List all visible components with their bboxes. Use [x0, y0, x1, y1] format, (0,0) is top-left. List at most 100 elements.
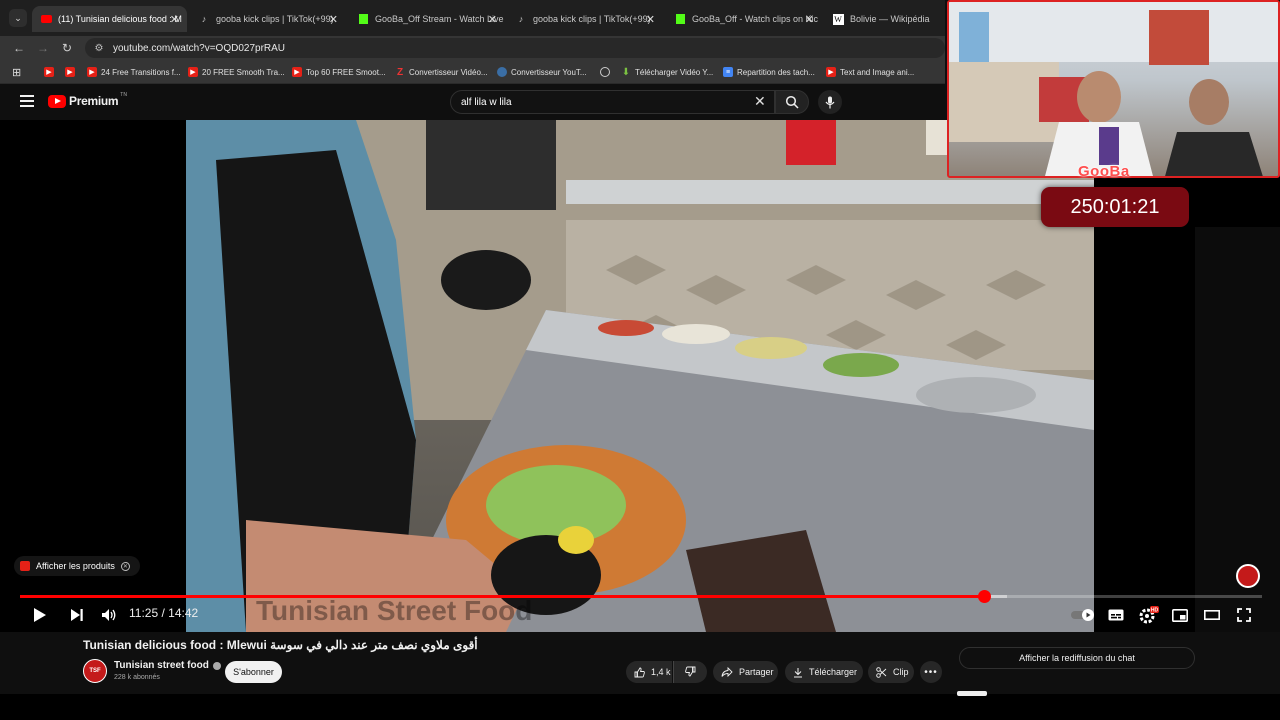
channel-avatar[interactable]: TSF: [83, 659, 107, 683]
back-arrow-icon[interactable]: ←: [11, 40, 27, 56]
video-watermark: Tunisian Street Food: [256, 595, 532, 626]
verified-check-icon: [212, 661, 221, 670]
url-text: youtube.com/watch?v=OQD027prRAU: [113, 42, 286, 54]
download-button[interactable]: Télécharger: [785, 661, 863, 683]
tab-kick-clips[interactable]: GooBa_Off - Watch clips on Kic ✕: [666, 6, 822, 32]
stream-webcam-overlay: [947, 0, 1280, 178]
show-products-button[interactable]: Afficher les produits ✕: [14, 556, 140, 576]
bookmark-converter-video[interactable]: Z Convertisseur Vidéo...: [395, 65, 488, 79]
bookmark-label: Text and Image ani...: [840, 67, 915, 77]
bookmark-converter-youtube[interactable]: Convertisseur YouT...: [497, 65, 587, 79]
address-bar[interactable]: ⚙ youtube.com/watch?v=OQD027prRAU: [85, 38, 945, 58]
volume-button[interactable]: [99, 605, 119, 625]
tab-close-icon[interactable]: ✕: [805, 13, 814, 26]
progress-bar[interactable]: [20, 590, 1262, 603]
video-content-image: Tunisian Street Food: [186, 120, 1094, 632]
theater-mode-button[interactable]: [1202, 605, 1222, 625]
search-input[interactable]: alf lila w lila: [450, 90, 775, 114]
clip-button[interactable]: Clip: [868, 661, 914, 683]
dislike-button[interactable]: [673, 661, 707, 683]
bookmark-youtube-1[interactable]: ▶: [44, 65, 58, 79]
volume-icon: [102, 609, 116, 621]
bookmark-text-image[interactable]: ▶ Text and Image ani...: [826, 65, 914, 79]
bookmark-task-sheet[interactable]: ≡ Repartition des tach...: [723, 65, 815, 79]
video-title: Tunisian delicious food : Mlewui أقوى مل…: [83, 638, 478, 652]
tab-close-icon[interactable]: ✕: [488, 13, 497, 26]
bookmark-smooth-transitions[interactable]: ▶ 20 FREE Smooth Tra...: [188, 65, 285, 79]
progress-scrubber-handle[interactable]: [977, 590, 991, 603]
youtube-icon: ▶: [188, 67, 198, 77]
bookmark-label: 24 Free Transitions f...: [101, 67, 181, 77]
settings-button[interactable]: HD: [1138, 605, 1160, 625]
autoplay-toggle[interactable]: [1069, 605, 1097, 625]
time-separator: /: [161, 606, 165, 620]
microphone-icon: [825, 96, 835, 108]
subtitles-icon: [1108, 609, 1124, 621]
channel-watermark-logo[interactable]: [1236, 564, 1260, 588]
theater-mode-icon: [1204, 610, 1220, 620]
fullscreen-icon: [1237, 608, 1251, 622]
tab-close-icon[interactable]: ✕: [646, 13, 655, 26]
search-query: alf lila w lila: [461, 96, 512, 108]
forward-arrow-icon[interactable]: →: [35, 40, 51, 56]
bookmark-download-video[interactable]: ⬇ Télécharger Vidéo Y...: [621, 65, 713, 79]
bookmark-label: Repartition des tach...: [737, 67, 815, 77]
search-icon: [785, 95, 799, 109]
browser-toolbar: ← → ↻ ⚙ youtube.com/watch?v=OQD027prRAU: [0, 36, 945, 60]
youtube-premium-logo[interactable]: Premium TN: [48, 92, 127, 108]
play-button[interactable]: [30, 605, 50, 625]
miniplayer-button[interactable]: [1170, 605, 1190, 625]
subtitles-button[interactable]: [1106, 605, 1126, 625]
youtube-icon: ▶: [44, 67, 54, 77]
tab-tiktok-2[interactable]: ♪ gooba kick clips | TikTok(+99) ✕: [507, 6, 663, 32]
search-button[interactable]: [775, 90, 809, 114]
next-button[interactable]: [67, 605, 87, 625]
tab-search-icon[interactable]: ⌄: [9, 9, 27, 27]
scissors-icon: [876, 666, 887, 678]
download-icon: [793, 667, 803, 678]
current-time: 11:25: [129, 606, 159, 620]
tab-tiktok-1[interactable]: ♪ gooba kick clips | TikTok(+99) ✕: [190, 6, 346, 32]
bookmark-youtube-2[interactable]: ▶: [65, 65, 79, 79]
page-bottom: [0, 691, 1280, 720]
subscribe-button[interactable]: S'abonner: [225, 661, 282, 683]
bookmark-label: Convertisseur YouT...: [511, 67, 587, 77]
site-settings-icon[interactable]: ⚙: [93, 42, 105, 54]
clear-search-icon[interactable]: ✕: [754, 93, 766, 110]
bookmarks-bar: ⊞ ▶ ▶ ▶ 24 Free Transitions f... ▶ 20 FREE…: [0, 60, 945, 84]
tab-kick-stream[interactable]: GooBa_Off Stream - Watch Live ✕: [349, 6, 505, 32]
fullscreen-button[interactable]: [1234, 605, 1254, 625]
more-actions-button[interactable]: •••: [920, 661, 942, 683]
converter-icon: [497, 67, 507, 77]
tab-wikipedia[interactable]: W Bolivie — Wikipédia: [824, 6, 945, 32]
bookmark-label: 20 FREE Smooth Tra...: [202, 67, 285, 77]
youtube-icon: ▶: [87, 67, 97, 77]
show-chat-replay-button[interactable]: Afficher la rediffusion du chat: [959, 647, 1195, 669]
video-frame-kitchen-scene[interactable]: Tunisian Street Food: [186, 120, 1094, 632]
more-horizontal-icon: •••: [924, 666, 938, 678]
tab-youtube-video[interactable]: (11) Tunisian delicious food : M ✕: [32, 6, 187, 32]
voice-search-button[interactable]: [818, 90, 842, 114]
bookmark-label: Top 60 FREE Smoot...: [306, 67, 386, 77]
z-icon: Z: [396, 66, 404, 78]
docs-icon: ≡: [723, 67, 733, 77]
like-button[interactable]: 1,4 k: [626, 661, 672, 683]
apps-grid-icon[interactable]: ⊞: [12, 65, 21, 79]
close-icon[interactable]: ✕: [120, 561, 130, 571]
bookmark-top-60[interactable]: ▶ Top 60 FREE Smoot...: [292, 65, 386, 79]
menu-icon[interactable]: [20, 95, 34, 107]
webcam-image: [949, 2, 1278, 176]
tab-close-icon[interactable]: ✕: [170, 13, 179, 26]
channel-name-link[interactable]: Tunisian street food: [114, 660, 221, 671]
download-icon: ⬇: [621, 66, 631, 78]
tab-close-icon[interactable]: ✕: [329, 13, 338, 26]
reload-icon[interactable]: ↻: [59, 40, 75, 56]
bookmark-transitions[interactable]: ▶ 24 Free Transitions f...: [87, 65, 181, 79]
share-button[interactable]: Partager: [713, 661, 778, 683]
bookmark-globe[interactable]: [600, 65, 614, 79]
share-icon: [721, 667, 733, 677]
globe-icon: [600, 67, 610, 77]
browser-tab-strip: ⌄ (11) Tunisian delicious food : M ✕ ♪ g…: [0, 0, 945, 36]
like-count: 1,4 k: [651, 667, 671, 677]
tiktok-icon: ♪: [518, 14, 524, 24]
